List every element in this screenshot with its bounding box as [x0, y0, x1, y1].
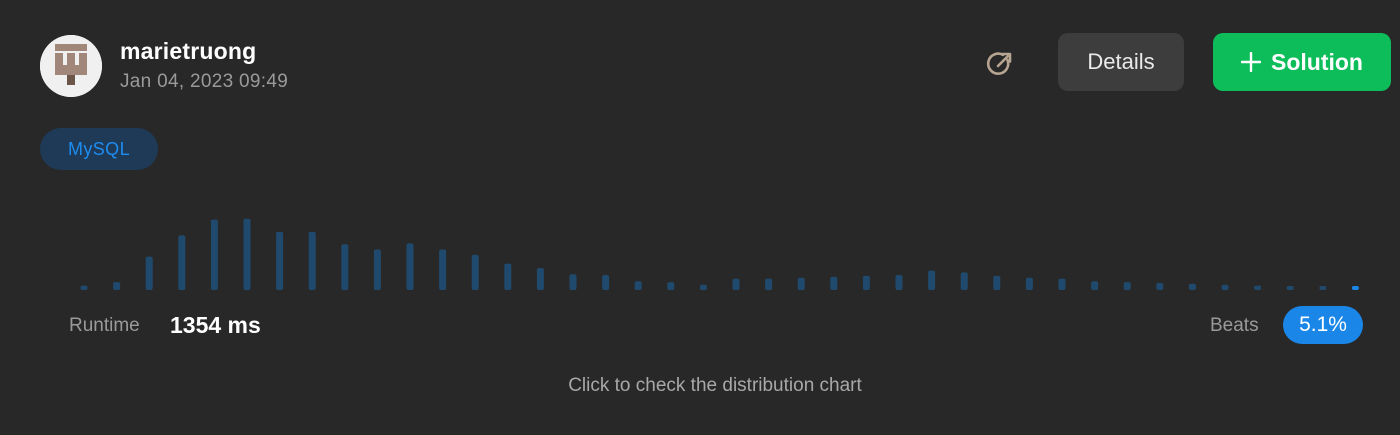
distribution-bar	[1188, 283, 1196, 290]
distribution-bar	[765, 278, 773, 290]
distribution-bar	[960, 272, 968, 290]
solution-button[interactable]: Solution	[1213, 33, 1391, 91]
distribution-bar	[439, 249, 447, 290]
share-arrow-icon	[986, 52, 1012, 75]
distribution-bar	[536, 268, 544, 290]
runtime-distribution-svg	[80, 218, 1359, 290]
plus-icon	[1241, 52, 1261, 72]
username[interactable]: marietruong	[120, 38, 256, 65]
distribution-bar	[1319, 286, 1327, 290]
distribution-bar	[569, 274, 577, 290]
distribution-bar	[113, 282, 121, 290]
distribution-bar	[178, 235, 186, 290]
distribution-bar	[1254, 285, 1262, 290]
distribution-bar	[1058, 278, 1066, 290]
current-runtime-bar	[1351, 286, 1359, 290]
distribution-bar	[471, 254, 479, 290]
beats-label: Beats	[1210, 315, 1259, 336]
distribution-bar	[308, 231, 316, 290]
distribution-chart-hint[interactable]: Click to check the distribution chart	[0, 375, 1400, 397]
distribution-bar	[830, 276, 838, 290]
avatar[interactable]	[40, 35, 102, 97]
distribution-bar	[1025, 277, 1033, 290]
runtime-distribution-chart[interactable]	[60, 195, 1360, 295]
distribution-bar	[928, 270, 936, 290]
distribution-bar	[699, 284, 707, 290]
distribution-bar	[895, 275, 903, 290]
identicon-image	[40, 35, 102, 97]
distribution-bar	[373, 249, 381, 290]
distribution-bar	[145, 256, 153, 290]
distribution-bar	[243, 218, 251, 290]
distribution-bar	[667, 282, 675, 290]
distribution-bar	[80, 285, 88, 290]
distribution-bar	[1286, 286, 1294, 290]
distribution-bar	[797, 277, 805, 290]
share-button[interactable]	[980, 44, 1020, 84]
distribution-bar	[276, 231, 284, 290]
details-button[interactable]: Details	[1058, 33, 1184, 91]
distribution-bar	[862, 275, 870, 290]
details-button-label: Details	[1087, 49, 1155, 74]
runtime-label: Runtime	[69, 315, 140, 336]
distribution-bar	[602, 275, 610, 290]
submission-timestamp: Jan 04, 2023 09:49	[120, 71, 289, 92]
distribution-bar	[1156, 283, 1164, 290]
distribution-bar	[1221, 284, 1229, 290]
distribution-bar	[406, 243, 414, 290]
distribution-bar	[1091, 281, 1099, 290]
solution-button-label: Solution	[1271, 48, 1363, 75]
language-tag[interactable]: MySQL	[40, 128, 158, 170]
distribution-bar	[210, 219, 218, 290]
distribution-bar	[634, 281, 642, 290]
distribution-bar	[1123, 282, 1131, 290]
beats-percentage-badge: 5.1%	[1283, 306, 1363, 344]
runtime-value: 1354 ms	[170, 312, 261, 338]
distribution-bar	[993, 275, 1001, 290]
distribution-bar	[732, 278, 740, 290]
distribution-bar	[341, 244, 349, 290]
distribution-bar	[504, 263, 512, 290]
